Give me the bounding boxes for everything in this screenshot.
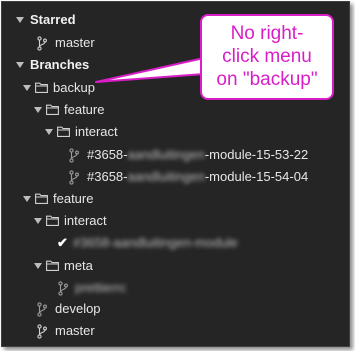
branch-label: #3658-aandluitingen-module-15-53-22 — [87, 147, 309, 162]
folder-label: interact — [64, 213, 107, 228]
folder-label: feature — [64, 102, 105, 117]
branch-label: master — [55, 323, 95, 338]
branch-label: develop — [55, 301, 101, 316]
folder-icon — [35, 82, 48, 93]
tree-item-current-branch[interactable]: ✔ #3658-aandluitingen-module — [2, 232, 349, 254]
branch-icon — [69, 170, 79, 185]
branch-label: prettierrc — [75, 280, 127, 295]
expand-caret-icon[interactable] — [16, 17, 24, 23]
branch-icon — [69, 148, 79, 163]
folder-label: interact — [75, 124, 118, 139]
expand-caret-icon[interactable] — [45, 129, 53, 135]
folder-icon — [46, 104, 59, 115]
tree-folder-meta[interactable]: meta — [2, 255, 349, 277]
folder-label: meta — [64, 258, 93, 273]
folder-icon — [46, 215, 59, 226]
branch-label: #3658-aandluitingen-module — [73, 235, 238, 250]
folder-icon — [35, 193, 48, 204]
expand-caret-icon[interactable] — [34, 218, 42, 224]
branch-icon — [37, 302, 47, 317]
tree-item-master[interactable]: master — [2, 320, 349, 342]
expand-caret-icon[interactable] — [34, 107, 42, 113]
expand-caret-icon[interactable] — [34, 263, 42, 269]
annotation-callout: No right- click menu on "backup" — [200, 14, 334, 100]
tree-item-backup-branch-2[interactable]: #3658-aandluitingen-module-15-54-04 — [2, 166, 349, 188]
callout-line: on "backup" — [216, 69, 318, 90]
expand-caret-icon[interactable] — [23, 196, 31, 202]
callout-line: No right- — [230, 23, 304, 44]
folder-label: backup — [53, 80, 95, 95]
branch-icon — [37, 36, 47, 51]
tree-item-meta-branch[interactable]: prettierrc — [2, 277, 349, 299]
tree-folder-backup-interact[interactable]: interact — [2, 121, 349, 143]
folder-icon — [46, 260, 59, 271]
expand-caret-icon[interactable] — [23, 85, 31, 91]
branch-label: master — [55, 35, 95, 50]
folder-icon — [57, 126, 70, 137]
checkmark-icon: ✔ — [57, 235, 68, 250]
branch-icon — [58, 281, 68, 296]
expand-caret-icon[interactable] — [16, 62, 24, 68]
branch-label: #3658-aandluitingen-module-15-54-04 — [87, 169, 309, 184]
tree-item-backup-branch-1[interactable]: #3658-aandluitingen-module-15-53-22 — [2, 144, 349, 166]
branch-icon — [37, 324, 47, 339]
tree-item-develop[interactable]: develop — [2, 298, 349, 320]
section-label: Branches — [30, 57, 90, 72]
tree-folder-feature[interactable]: feature — [2, 188, 349, 210]
callout-line: click menu — [222, 46, 312, 67]
tree-folder-backup-feature[interactable]: feature — [2, 99, 349, 121]
folder-label: feature — [53, 191, 94, 206]
tree-folder-feature-interact[interactable]: interact — [2, 210, 349, 232]
section-label: Starred — [30, 12, 76, 27]
